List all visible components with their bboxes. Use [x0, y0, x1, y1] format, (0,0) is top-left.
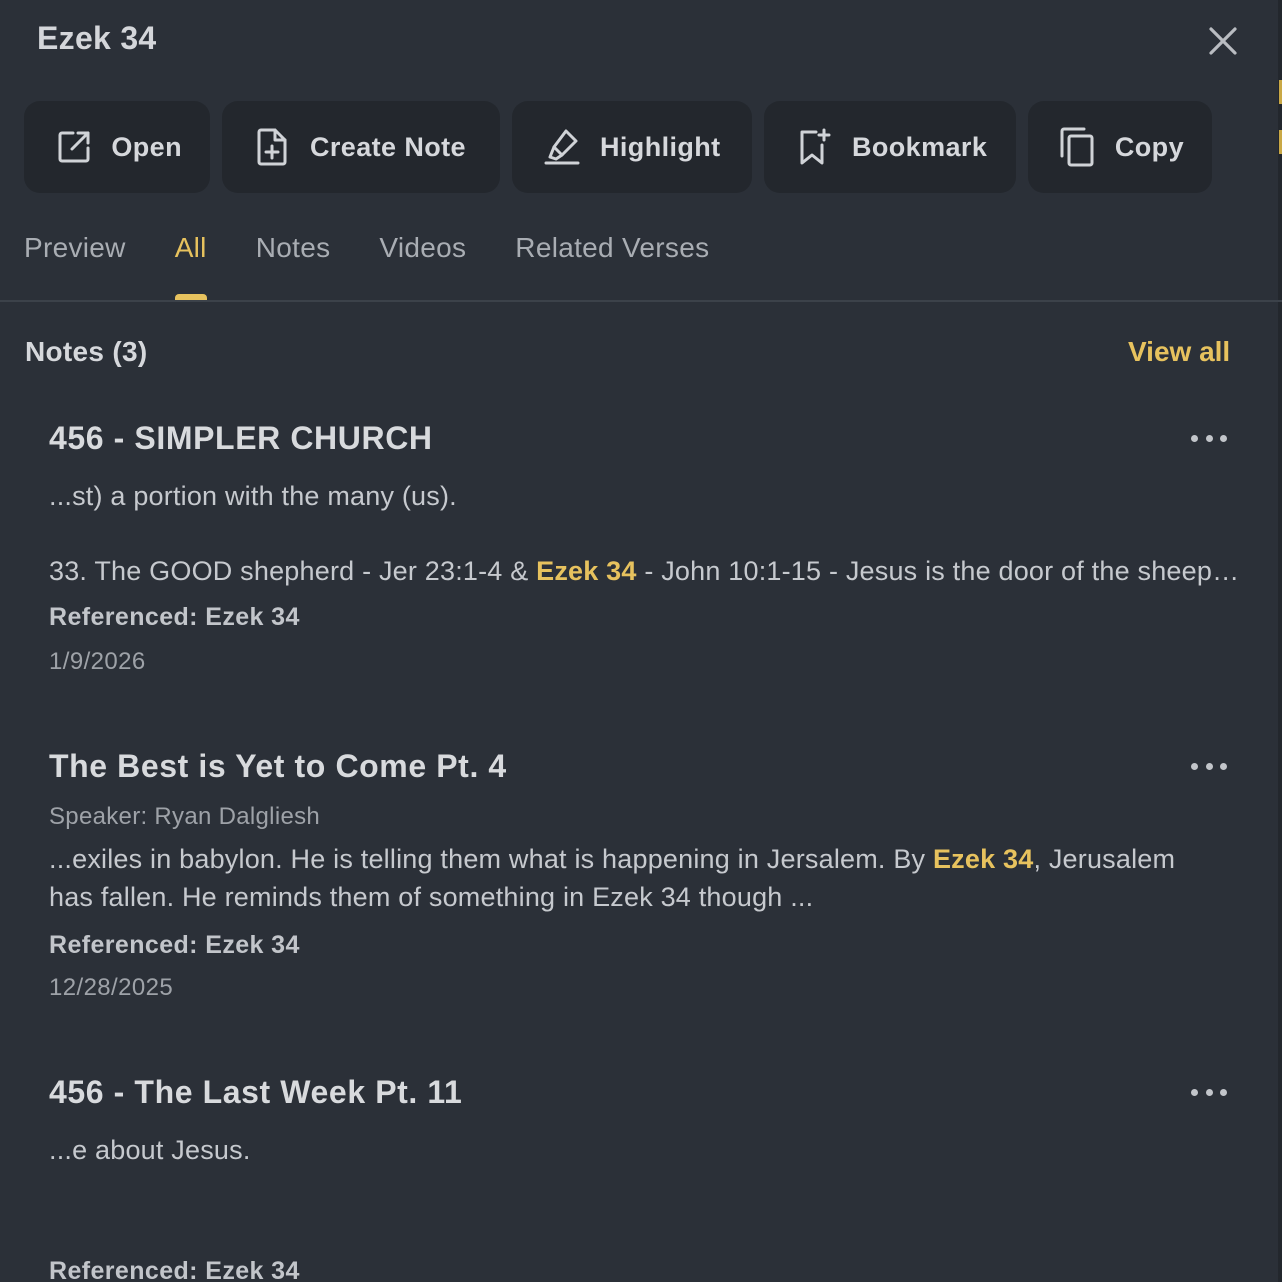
- snippet-text: - John 10:1-15 - Jesus is the door of th…: [636, 556, 1241, 586]
- action-toolbar: Open Create Note Highlight Bookmark Copy: [24, 101, 1224, 193]
- note-referenced: Referenced: Ezek 34: [49, 931, 300, 959]
- tabs-divider: [0, 300, 1282, 302]
- copy-button[interactable]: Copy: [1028, 101, 1212, 193]
- more-dot-icon: [1191, 762, 1198, 770]
- view-all-link[interactable]: View all: [1128, 336, 1230, 368]
- more-dot-icon: [1220, 1088, 1227, 1096]
- highlighter-icon: [542, 127, 582, 167]
- close-icon: [1209, 27, 1237, 55]
- note-snippet: ...st) a portion with the many (us).: [49, 481, 457, 511]
- scroll-edge: [1278, 0, 1282, 1282]
- more-options-button[interactable]: [1191, 1084, 1227, 1100]
- bookmark-add-icon: [794, 127, 834, 167]
- verse-panel: Ezek 34 Open Create Note Highlight Bookm…: [0, 0, 1282, 1282]
- copy-icon: [1058, 127, 1097, 167]
- bookmark-label: Bookmark: [852, 131, 988, 162]
- more-options-button[interactable]: [1191, 758, 1227, 774]
- create-note-label: Create Note: [310, 131, 466, 162]
- snippet-highlight: Ezek 34: [932, 844, 1034, 874]
- note-title: 456 - SIMPLER CHURCH: [49, 420, 433, 456]
- note-speaker: Speaker: Ryan Dalgliesh: [49, 803, 321, 830]
- highlight-button[interactable]: Highlight: [512, 101, 752, 193]
- copy-label: Copy: [1114, 131, 1184, 162]
- create-note-icon: [252, 127, 292, 167]
- tab-related-verses[interactable]: Related Verses: [515, 232, 709, 300]
- open-label: Open: [111, 131, 182, 162]
- open-external-icon: [54, 127, 93, 167]
- tab-videos[interactable]: Videos: [379, 232, 466, 300]
- more-options-button[interactable]: [1191, 430, 1227, 446]
- note-date: 12/28/2025: [49, 974, 174, 1001]
- create-note-button[interactable]: Create Note: [222, 101, 500, 193]
- more-dot-icon: [1220, 762, 1227, 770]
- open-button[interactable]: Open: [24, 101, 210, 193]
- more-dot-icon: [1205, 1088, 1213, 1096]
- tab-notes[interactable]: Notes: [256, 232, 331, 300]
- tab-preview[interactable]: Preview: [24, 232, 126, 300]
- panel-title: Ezek 34: [37, 20, 157, 56]
- note-snippet: ...exiles in babylon. He is telling them…: [49, 840, 1209, 916]
- more-dot-icon: [1205, 434, 1213, 442]
- note-referenced: Referenced: Ezek 34: [49, 1257, 300, 1282]
- snippet-text: ...exiles in babylon. He is telling them…: [49, 844, 933, 874]
- note-title: 456 - The Last Week Pt. 11: [49, 1074, 463, 1110]
- more-dot-icon: [1220, 434, 1227, 442]
- bookmark-button[interactable]: Bookmark: [764, 101, 1016, 193]
- note-referenced: Referenced: Ezek 34: [49, 603, 300, 631]
- note-snippet: ...e about Jesus.: [49, 1135, 251, 1165]
- more-dot-icon: [1205, 762, 1213, 770]
- tab-bar: Preview All Notes Videos Related Verses: [24, 232, 758, 300]
- note-date: 1/9/2026: [49, 648, 146, 675]
- more-dot-icon: [1191, 434, 1198, 442]
- tab-all[interactable]: All: [174, 232, 207, 300]
- highlight-label: Highlight: [600, 131, 721, 162]
- note-snippet-line: 33. The GOOD shepherd - Jer 23:1-4 & Eze…: [49, 552, 1241, 590]
- snippet-highlight: Ezek 34: [536, 556, 637, 586]
- snippet-text: 33. The GOOD shepherd - Jer 23:1-4 &: [49, 556, 537, 586]
- close-button[interactable]: [1204, 22, 1242, 60]
- note-title: The Best is Yet to Come Pt. 4: [49, 748, 507, 784]
- more-dot-icon: [1191, 1088, 1198, 1096]
- notes-section-title: Notes (3): [25, 336, 148, 367]
